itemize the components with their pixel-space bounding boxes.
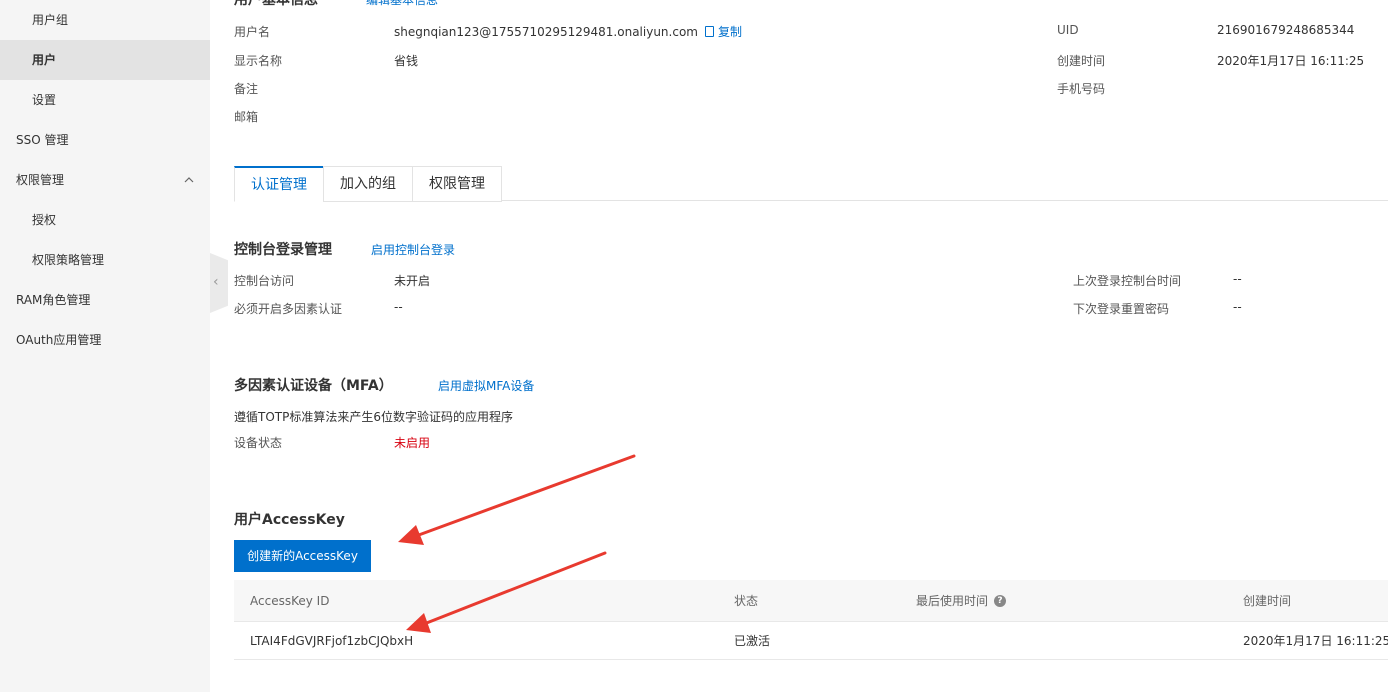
create-accesskey-button[interactable]: 创建新的AccessKey: [234, 540, 371, 572]
column-header-id: AccessKey ID: [250, 593, 330, 608]
console-login-title: 控制台登录管理: [234, 242, 332, 258]
sidebar-item-users[interactable]: 用户: [0, 40, 210, 80]
mfa-status-value: 未启用: [394, 436, 431, 450]
main-content: 用户基本信息 编辑基本信息 用户名 shegnqian123@175571029…: [210, 0, 1388, 692]
email-label: 邮箱: [234, 110, 259, 124]
uid-value: 216901679248685344: [1217, 23, 1355, 37]
accesskey-status-cell: 已激活: [734, 634, 771, 648]
enable-console-login-link[interactable]: 启用控制台登录: [371, 241, 455, 258]
help-icon[interactable]: ?: [994, 594, 1007, 607]
last-login-value: --: [1233, 272, 1242, 286]
sidebar-item-oauth[interactable]: OAuth应用管理: [0, 320, 210, 360]
console-access-value: 未开启: [394, 274, 431, 288]
created-label: 创建时间: [1057, 54, 1106, 68]
accesskey-table-header: AccessKey ID 状态 最后使用时间? 创建时间: [234, 580, 1388, 622]
table-row: LTAI4FdGVJRFjof1zbCJQbxH 已激活 2020年1月17日 …: [234, 622, 1388, 660]
reset-password-value: --: [1233, 300, 1242, 314]
copy-link[interactable]: 复制: [718, 25, 742, 39]
sidebar-item-permissions[interactable]: 权限管理: [0, 160, 210, 200]
column-header-created: 创建时间: [1243, 594, 1292, 608]
sidebar-item-sso[interactable]: SSO 管理: [0, 120, 210, 160]
last-login-label: 上次登录控制台时间: [1073, 274, 1182, 288]
created-value: 2020年1月17日 16:11:25: [1217, 54, 1365, 68]
tab-groups[interactable]: 加入的组: [323, 166, 413, 202]
mfa-status-label: 设备状态: [234, 436, 283, 450]
display-name-value: 省钱: [394, 54, 419, 68]
tab-authentication[interactable]: 认证管理: [234, 166, 324, 202]
username-value: shegnqian123@1755710295129481.onaliyun.c…: [394, 23, 742, 40]
mfa-description: 遵循TOTP标准算法来产生6位数字验证码的应用程序: [234, 410, 513, 424]
sidebar-item-user-groups[interactable]: 用户组: [0, 0, 210, 40]
copy-icon[interactable]: [704, 26, 714, 37]
tab-bar: 认证管理 加入的组 权限管理: [234, 166, 1388, 202]
accesskey-id-cell: LTAI4FdGVJRFjof1zbCJQbxH: [250, 633, 414, 648]
column-header-status: 状态: [734, 594, 759, 608]
accesskey-title: 用户AccessKey: [234, 512, 345, 528]
tab-permissions[interactable]: 权限管理: [412, 166, 502, 202]
sidebar-item-label: 权限管理: [16, 173, 65, 187]
sidebar-item-settings[interactable]: 设置: [0, 80, 210, 120]
console-access-label: 控制台访问: [234, 274, 295, 288]
mfa-required-value: --: [394, 300, 403, 314]
chevron-up-icon[interactable]: [184, 175, 194, 185]
mfa-title: 多因素认证设备（MFA）: [234, 378, 393, 394]
mfa-required-label: 必须开启多因素认证: [234, 302, 343, 316]
basic-info-title: 用户基本信息: [234, 0, 318, 8]
username-text: shegnqian123@1755710295129481.onaliyun.c…: [394, 25, 698, 39]
sidebar: 用户组 用户 设置 SSO 管理 权限管理 授权 权限策略管理 RAM角色管理 …: [0, 0, 210, 692]
reset-password-label: 下次登录重置密码: [1073, 302, 1170, 316]
phone-label: 手机号码: [1057, 82, 1106, 96]
edit-basic-info-link[interactable]: 编辑基本信息: [366, 0, 438, 8]
enable-virtual-mfa-link[interactable]: 启用虚拟MFA设备: [438, 377, 534, 394]
username-label: 用户名: [234, 25, 271, 39]
column-header-last-used-label: 最后使用时间: [916, 594, 989, 608]
sidebar-item-policies[interactable]: 权限策略管理: [0, 240, 210, 280]
column-header-last-used: 最后使用时间?: [916, 580, 1007, 621]
accesskey-created-cell: 2020年1月17日 16:11:25: [1243, 634, 1388, 648]
sidebar-item-ram-roles[interactable]: RAM角色管理: [0, 280, 210, 320]
remark-label: 备注: [234, 82, 259, 96]
uid-label: UID: [1057, 23, 1079, 37]
sidebar-item-grants[interactable]: 授权: [0, 200, 210, 240]
display-name-label: 显示名称: [234, 54, 283, 68]
